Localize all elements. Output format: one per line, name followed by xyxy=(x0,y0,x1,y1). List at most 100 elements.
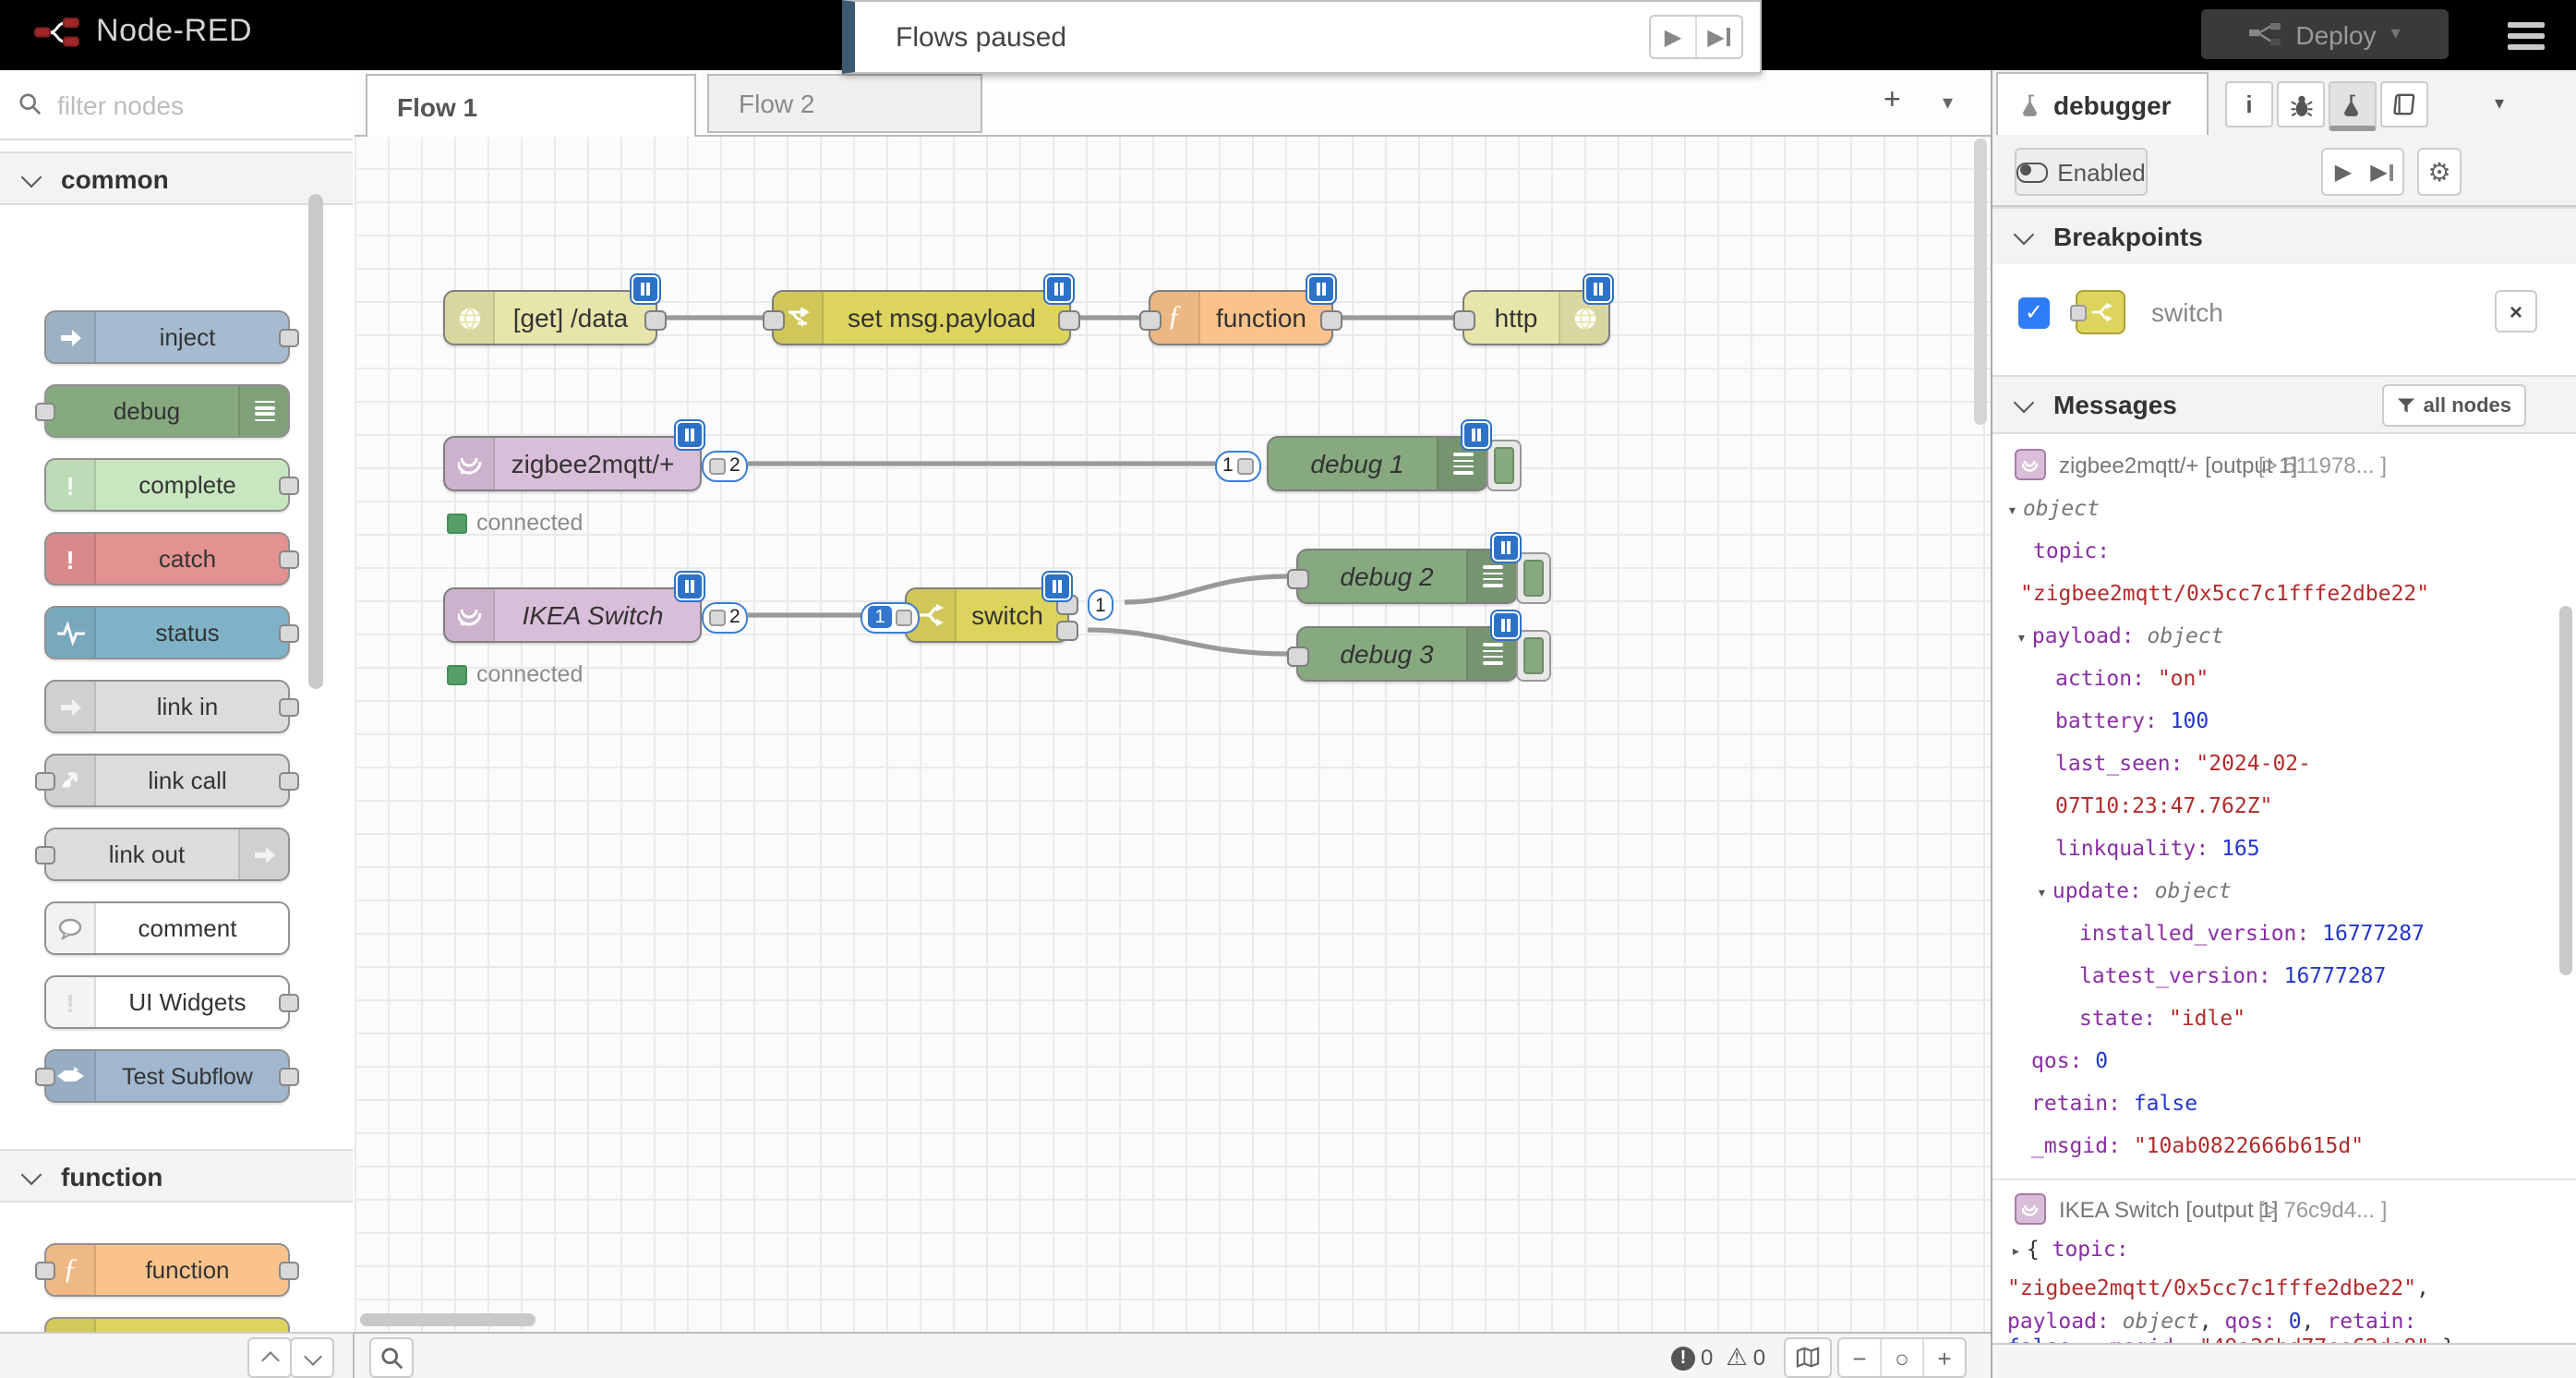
tab-debugger[interactable]: debugger xyxy=(1996,72,2209,135)
palette-node-comment[interactable]: comment xyxy=(44,901,290,955)
pause-badge[interactable] xyxy=(1584,275,1612,303)
json-row[interactable]: ▸{ topic: xyxy=(2011,1236,2129,1262)
palette-node-ui-widgets[interactable]: ! UI Widgets xyxy=(44,975,290,1029)
node-debug-3[interactable]: debug 3 xyxy=(1296,626,1518,682)
input-port[interactable] xyxy=(1453,309,1475,330)
breakpoint-count-badge-debug1-in[interactable]: 1 xyxy=(1215,450,1261,481)
node-debug-1[interactable]: debug 1 xyxy=(1267,436,1488,491)
step-next-button[interactable]: ▶ xyxy=(1695,17,1741,57)
palette-node-link-call[interactable]: link call xyxy=(44,754,290,807)
pause-badge[interactable] xyxy=(676,573,704,600)
palette-node-catch[interactable]: ! catch xyxy=(44,532,290,586)
palette-node-complete[interactable]: ! complete xyxy=(44,458,290,512)
add-flow-button[interactable]: + xyxy=(1884,85,1901,118)
node-function[interactable]: ƒ function xyxy=(1149,290,1333,345)
zoom-reset-button[interactable]: ○ xyxy=(1880,1339,1922,1376)
input-port[interactable] xyxy=(1287,568,1309,588)
input-port[interactable] xyxy=(1287,646,1309,666)
palette-collapse-all-button[interactable] xyxy=(247,1337,292,1378)
node-http-response[interactable]: http xyxy=(1463,290,1610,345)
node-set-msg-payload[interactable]: set msg.payload xyxy=(772,290,1071,345)
main-menu-button[interactable] xyxy=(2508,22,2545,50)
deploy-icon xyxy=(2249,22,2281,46)
breakpoint-count-badge-zigbee-out[interactable]: 2 xyxy=(702,450,748,481)
breakpoint-row-switch[interactable]: ✓ switch × xyxy=(1992,264,2576,360)
message-ref[interactable]: [> 76c9d4... ] xyxy=(2258,1197,2387,1223)
remove-breakpoint-button[interactable]: × xyxy=(2495,290,2537,332)
sidebar-menu-caret-icon[interactable]: ▾ xyxy=(2495,94,2504,115)
canvas-search-button[interactable] xyxy=(369,1337,414,1378)
palette-category-common[interactable]: common xyxy=(0,151,353,205)
palette-node-link-out[interactable]: link out xyxy=(44,828,290,881)
pause-badge[interactable] xyxy=(676,421,704,449)
output-port[interactable] xyxy=(644,309,667,330)
tab-flow-2[interactable]: Flow 2 xyxy=(707,74,982,133)
deploy-caret-icon[interactable]: ▾ xyxy=(2391,24,2401,44)
pause-badge[interactable] xyxy=(1045,275,1073,303)
tab-info[interactable]: i xyxy=(2225,81,2273,127)
debug-toggle-button[interactable] xyxy=(1516,630,1551,682)
message-ref[interactable]: [> 511978... ] xyxy=(2258,453,2387,478)
message-filter-button[interactable]: all nodes xyxy=(2383,384,2526,427)
messages-section-header[interactable]: Messages all nodes xyxy=(1992,375,2576,434)
zoom-out-button[interactable]: − xyxy=(1839,1339,1880,1376)
palette-category-function[interactable]: function xyxy=(0,1149,353,1203)
debug-toggle-button[interactable] xyxy=(1487,440,1522,491)
canvas-vertical-scrollbar[interactable] xyxy=(1974,139,1987,425)
node-debug-2[interactable]: debug 2 xyxy=(1296,549,1518,604)
node-switch[interactable]: switch xyxy=(905,587,1069,643)
pause-badge[interactable] xyxy=(1492,611,1520,639)
palette-node-function[interactable]: ƒ function xyxy=(44,1243,290,1297)
breakpoint-count-badge-switch-out1[interactable]: 1 xyxy=(1088,589,1113,621)
json-row[interactable]: ▾update: object xyxy=(2037,877,2232,903)
palette-node-test-subflow[interactable]: Test Subflow xyxy=(44,1049,290,1103)
palette-search[interactable]: filter nodes xyxy=(0,70,353,140)
palette-scrollbar[interactable] xyxy=(308,194,323,689)
breakpoints-section-header[interactable]: Breakpoints xyxy=(1992,207,2576,266)
resume-flows-button[interactable]: ▶ xyxy=(1651,17,1695,57)
tab-debugger-flask-active[interactable] xyxy=(2329,81,2377,131)
breakpoint-count-badge-ikea-out[interactable]: 2 xyxy=(702,601,748,633)
pause-badge[interactable] xyxy=(1043,573,1071,600)
flow-canvas[interactable]: [get] /data set msg.payload ƒ function h… xyxy=(355,135,1991,1332)
pause-badge[interactable] xyxy=(1463,421,1490,449)
canvas-horizontal-scrollbar[interactable] xyxy=(360,1313,536,1326)
breakpoint-checkbox[interactable]: ✓ xyxy=(2018,296,2050,328)
navigator-map-button[interactable] xyxy=(1784,1337,1832,1378)
palette-node-switch[interactable]: switch xyxy=(44,1317,290,1332)
node-zigbee2mqtt[interactable]: zigbee2mqtt/+ xyxy=(443,436,702,491)
sidebar-scrollbar[interactable] xyxy=(2559,606,2572,975)
json-row[interactable]: ▾object xyxy=(2007,495,2100,521)
input-port[interactable] xyxy=(1139,309,1162,330)
pause-badge[interactable] xyxy=(632,275,659,303)
debugger-settings-button[interactable]: ⚙ xyxy=(2417,148,2462,196)
output-port-2[interactable] xyxy=(1056,621,1078,641)
tab-list-caret-icon[interactable]: ▾ xyxy=(1943,91,1953,115)
error-count[interactable]: ! 0 ⚠ 0 xyxy=(1671,1343,1765,1372)
json-row[interactable]: ▾payload: object xyxy=(2016,623,2224,648)
node-ikea-switch[interactable]: IKEA Switch xyxy=(443,587,702,643)
debugger-enabled-toggle[interactable]: Enabled xyxy=(2015,148,2148,196)
palette-node-link-in[interactable]: link in xyxy=(44,680,290,733)
node-http-in[interactable]: [get] /data xyxy=(443,290,657,345)
input-port[interactable] xyxy=(763,309,785,330)
tab-docs[interactable] xyxy=(2380,81,2428,127)
tab-flow-1[interactable]: Flow 1 xyxy=(366,74,696,137)
debug-toggle-button[interactable] xyxy=(1516,552,1551,604)
pause-badge[interactable] xyxy=(1307,275,1335,303)
debugger-play-button[interactable]: ▶ xyxy=(2321,148,2365,196)
palette-node-debug[interactable]: debug xyxy=(44,384,290,438)
palette-node-status[interactable]: status xyxy=(44,606,290,659)
output-port[interactable] xyxy=(1058,309,1080,330)
pause-badge[interactable] xyxy=(1492,534,1520,562)
debugger-step-button[interactable]: ▶ xyxy=(2362,148,2404,196)
message-source[interactable]: zigbee2mqtt/+ [output 1] xyxy=(2015,449,2297,480)
breakpoint-active-badge-switch-in[interactable]: 1 xyxy=(861,601,920,633)
deploy-button[interactable]: Deploy ▾ xyxy=(2201,9,2449,59)
tab-debug-messages[interactable] xyxy=(2277,81,2325,127)
zoom-in-button[interactable]: + xyxy=(1922,1339,1965,1376)
message-source[interactable]: IKEA Switch [output 1] xyxy=(2015,1193,2278,1225)
palette-expand-all-button[interactable] xyxy=(290,1337,334,1378)
output-port[interactable] xyxy=(1320,309,1342,330)
palette-node-inject[interactable]: inject xyxy=(44,310,290,364)
